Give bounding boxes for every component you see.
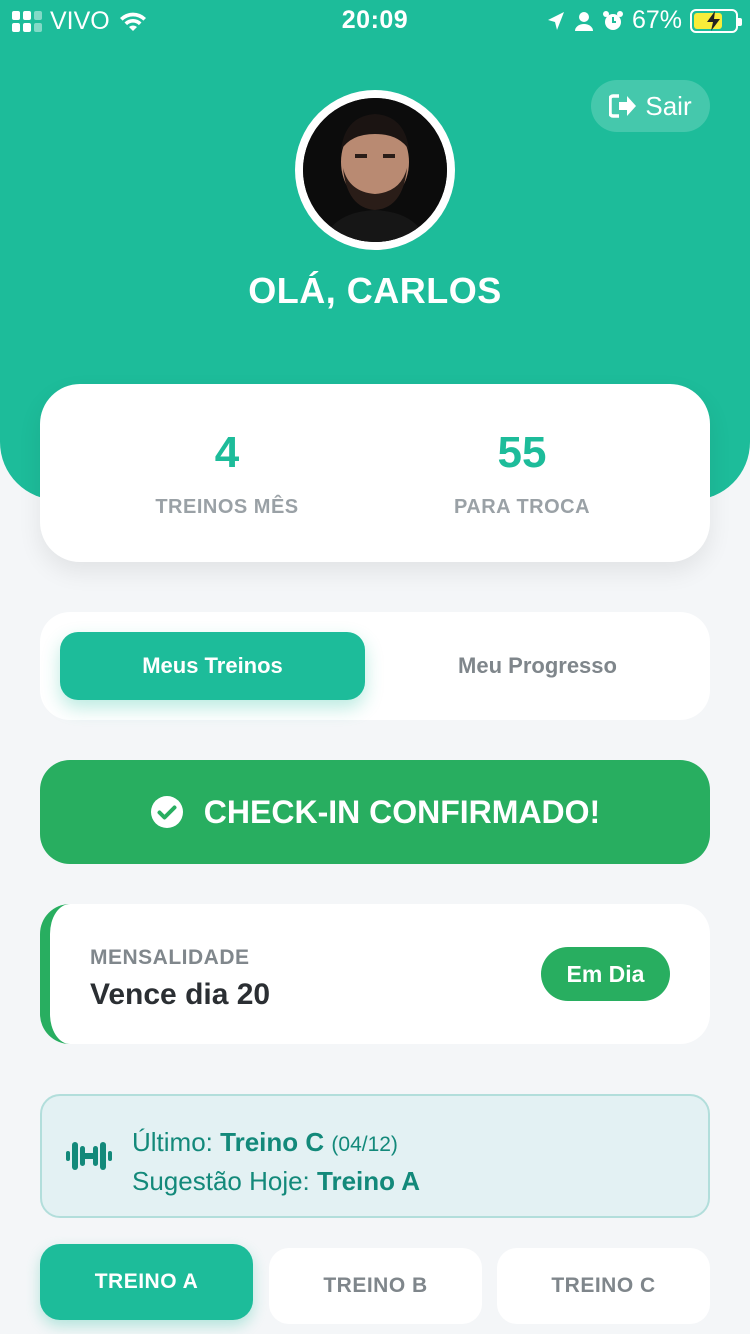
last-workout-date: (04/12): [331, 1133, 398, 1156]
status-bar: VIVO 20:09 67%: [0, 0, 750, 40]
avatar-photo: [303, 98, 447, 242]
last-workout-line: Último: Treino C (04/12): [132, 1124, 420, 1163]
workout-info-card: Último: Treino C (04/12) Sugestão Hoje: …: [40, 1094, 710, 1218]
battery-icon: [690, 8, 742, 33]
mensalidade-card: MENSALIDADE Vence dia 20 Em Dia: [40, 904, 710, 1044]
mensalidade-due: Vence dia 20: [90, 978, 271, 1011]
stat-value: 4: [214, 428, 240, 477]
greeting-title: OLÁ, CARLOS: [248, 270, 502, 311]
check-circle-icon: [150, 796, 183, 828]
stats-card: 4 TREINOS MÊS 55 PARA TROCA: [40, 384, 710, 562]
status-badge: Em Dia: [541, 947, 670, 1001]
stat-treinos-mes: 4 TREINOS MÊS: [97, 428, 357, 519]
alarm-icon: [602, 10, 623, 30]
workout-tabs: TREINO A TREINO B TREINO C: [40, 1244, 710, 1334]
section-tabs: Meus Treinos Meu Progresso: [40, 612, 710, 720]
stat-value: 55: [497, 428, 547, 477]
mensalidade-label: MENSALIDADE: [90, 946, 250, 969]
suggestion-workout: Treino A: [317, 1166, 421, 1196]
sign-out-icon: [609, 94, 637, 118]
tab-treino-b[interactable]: TREINO B: [269, 1248, 482, 1324]
tab-meu-progresso[interactable]: Meu Progresso: [385, 632, 690, 700]
avatar[interactable]: [295, 90, 455, 250]
tab-treino-a[interactable]: TREINO A: [40, 1244, 253, 1320]
logout-button[interactable]: Sair: [591, 80, 710, 132]
last-workout-name: Treino C: [220, 1127, 325, 1157]
location-arrow-icon: [547, 11, 564, 30]
last-workout-prefix: Último:: [132, 1127, 213, 1157]
stat-label: PARA TROCA: [453, 496, 591, 518]
suggestion-line: Sugestão Hoje: Treino A: [132, 1163, 420, 1199]
status-right: 67%: [546, 6, 742, 35]
suggestion-prefix: Sugestão Hoje:: [132, 1166, 310, 1196]
checkin-label: CHECK-IN CONFIRMADO!: [203, 793, 601, 830]
stat-label: TREINOS MÊS: [155, 496, 299, 518]
user-icon: [574, 11, 593, 31]
battery-percent: 67%: [631, 6, 682, 34]
tab-treino-c[interactable]: TREINO C: [497, 1248, 710, 1324]
dumbbell-icon: [66, 1142, 112, 1170]
stat-para-troca: 55 PARA TROCA: [392, 428, 652, 519]
logout-label: Sair: [645, 90, 692, 121]
tab-meus-treinos[interactable]: Meus Treinos: [60, 632, 365, 700]
workout-info-text: Último: Treino C (04/12) Sugestão Hoje: …: [132, 1124, 420, 1199]
checkin-button[interactable]: CHECK-IN CONFIRMADO!: [40, 760, 710, 864]
